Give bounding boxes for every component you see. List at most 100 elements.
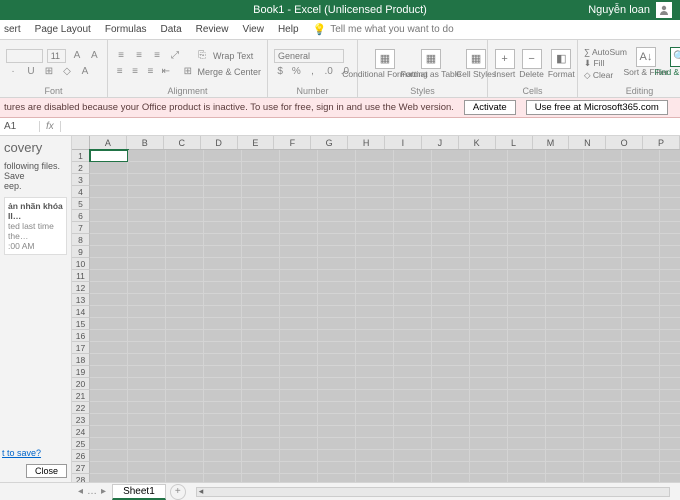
- cell[interactable]: [242, 462, 280, 474]
- decrease-font-icon[interactable]: A: [88, 49, 101, 63]
- cell[interactable]: [166, 246, 204, 258]
- cell[interactable]: [508, 210, 546, 222]
- cell[interactable]: [242, 294, 280, 306]
- cell[interactable]: [546, 438, 584, 450]
- cell[interactable]: [546, 282, 584, 294]
- cell[interactable]: [280, 258, 318, 270]
- cell[interactable]: [660, 414, 680, 426]
- cell[interactable]: [508, 258, 546, 270]
- cell[interactable]: [90, 474, 128, 482]
- cell[interactable]: [204, 258, 242, 270]
- cell[interactable]: [546, 390, 584, 402]
- cell[interactable]: [622, 270, 660, 282]
- cell[interactable]: [432, 186, 470, 198]
- cell[interactable]: [584, 414, 622, 426]
- cell[interactable]: [394, 330, 432, 342]
- cell[interactable]: [584, 462, 622, 474]
- cell[interactable]: [470, 258, 508, 270]
- cell[interactable]: [660, 258, 680, 270]
- cell[interactable]: [318, 426, 356, 438]
- cell[interactable]: [508, 426, 546, 438]
- cell[interactable]: [242, 438, 280, 450]
- cell[interactable]: [356, 282, 394, 294]
- cell[interactable]: [508, 306, 546, 318]
- row-header[interactable]: 11: [72, 270, 90, 282]
- cell[interactable]: [622, 450, 660, 462]
- cell[interactable]: [584, 150, 622, 162]
- cell[interactable]: [622, 222, 660, 234]
- format-button[interactable]: ◧Format: [548, 49, 575, 79]
- cell[interactable]: [356, 162, 394, 174]
- cell[interactable]: [546, 342, 584, 354]
- cell[interactable]: [394, 366, 432, 378]
- row-header[interactable]: 21: [72, 390, 90, 402]
- cell[interactable]: [128, 318, 166, 330]
- sheet-nav[interactable]: ◂…▸: [72, 486, 112, 497]
- cell[interactable]: [166, 174, 204, 186]
- cell[interactable]: [584, 258, 622, 270]
- cell[interactable]: [166, 234, 204, 246]
- cell[interactable]: [508, 222, 546, 234]
- cell[interactable]: [432, 378, 470, 390]
- cell[interactable]: [280, 426, 318, 438]
- cell[interactable]: [204, 438, 242, 450]
- cell[interactable]: [242, 246, 280, 258]
- cell[interactable]: [432, 150, 470, 162]
- cell[interactable]: [394, 294, 432, 306]
- cell[interactable]: [432, 330, 470, 342]
- cell[interactable]: [204, 234, 242, 246]
- align-center-icon[interactable]: ≡: [129, 65, 140, 79]
- cell[interactable]: [584, 354, 622, 366]
- cell[interactable]: [508, 294, 546, 306]
- row-header[interactable]: 10: [72, 258, 90, 270]
- border-icon[interactable]: ⊞: [42, 65, 56, 79]
- cell[interactable]: [470, 198, 508, 210]
- cell[interactable]: [508, 282, 546, 294]
- cell[interactable]: [584, 342, 622, 354]
- cell[interactable]: [394, 306, 432, 318]
- cell[interactable]: [622, 150, 660, 162]
- underline-icon[interactable]: U: [24, 65, 38, 79]
- cell[interactable]: [166, 282, 204, 294]
- cell[interactable]: [546, 246, 584, 258]
- cell[interactable]: [90, 186, 128, 198]
- column-header[interactable]: P: [643, 136, 680, 149]
- cell[interactable]: [166, 450, 204, 462]
- cell[interactable]: [432, 462, 470, 474]
- cell[interactable]: [356, 342, 394, 354]
- cell[interactable]: [90, 210, 128, 222]
- cell[interactable]: [660, 150, 680, 162]
- tab-help[interactable]: Help: [278, 24, 299, 35]
- cell[interactable]: [622, 330, 660, 342]
- number-format-select[interactable]: General: [274, 49, 344, 63]
- cell[interactable]: [318, 174, 356, 186]
- cell[interactable]: [470, 354, 508, 366]
- cell[interactable]: [394, 198, 432, 210]
- cell[interactable]: [128, 162, 166, 174]
- cell[interactable]: [318, 222, 356, 234]
- cell[interactable]: [242, 270, 280, 282]
- cell[interactable]: [470, 246, 508, 258]
- cell[interactable]: [280, 270, 318, 282]
- cell[interactable]: [660, 246, 680, 258]
- cell[interactable]: [660, 426, 680, 438]
- align-top-icon[interactable]: ≡: [114, 49, 128, 63]
- cell[interactable]: [242, 366, 280, 378]
- cell[interactable]: [394, 390, 432, 402]
- cell[interactable]: [318, 414, 356, 426]
- font-size-select[interactable]: 11: [47, 49, 66, 63]
- tab-page-layout[interactable]: Page Layout: [35, 24, 91, 35]
- cell[interactable]: [660, 222, 680, 234]
- cell[interactable]: [660, 450, 680, 462]
- cell[interactable]: [242, 318, 280, 330]
- cell[interactable]: [204, 354, 242, 366]
- cell[interactable]: [166, 186, 204, 198]
- cell[interactable]: [356, 414, 394, 426]
- cell[interactable]: [660, 306, 680, 318]
- cell[interactable]: [356, 222, 394, 234]
- row-header[interactable]: 20: [72, 378, 90, 390]
- cell[interactable]: [128, 378, 166, 390]
- cell[interactable]: [318, 306, 356, 318]
- add-sheet-button[interactable]: +: [170, 484, 186, 500]
- cell[interactable]: [622, 246, 660, 258]
